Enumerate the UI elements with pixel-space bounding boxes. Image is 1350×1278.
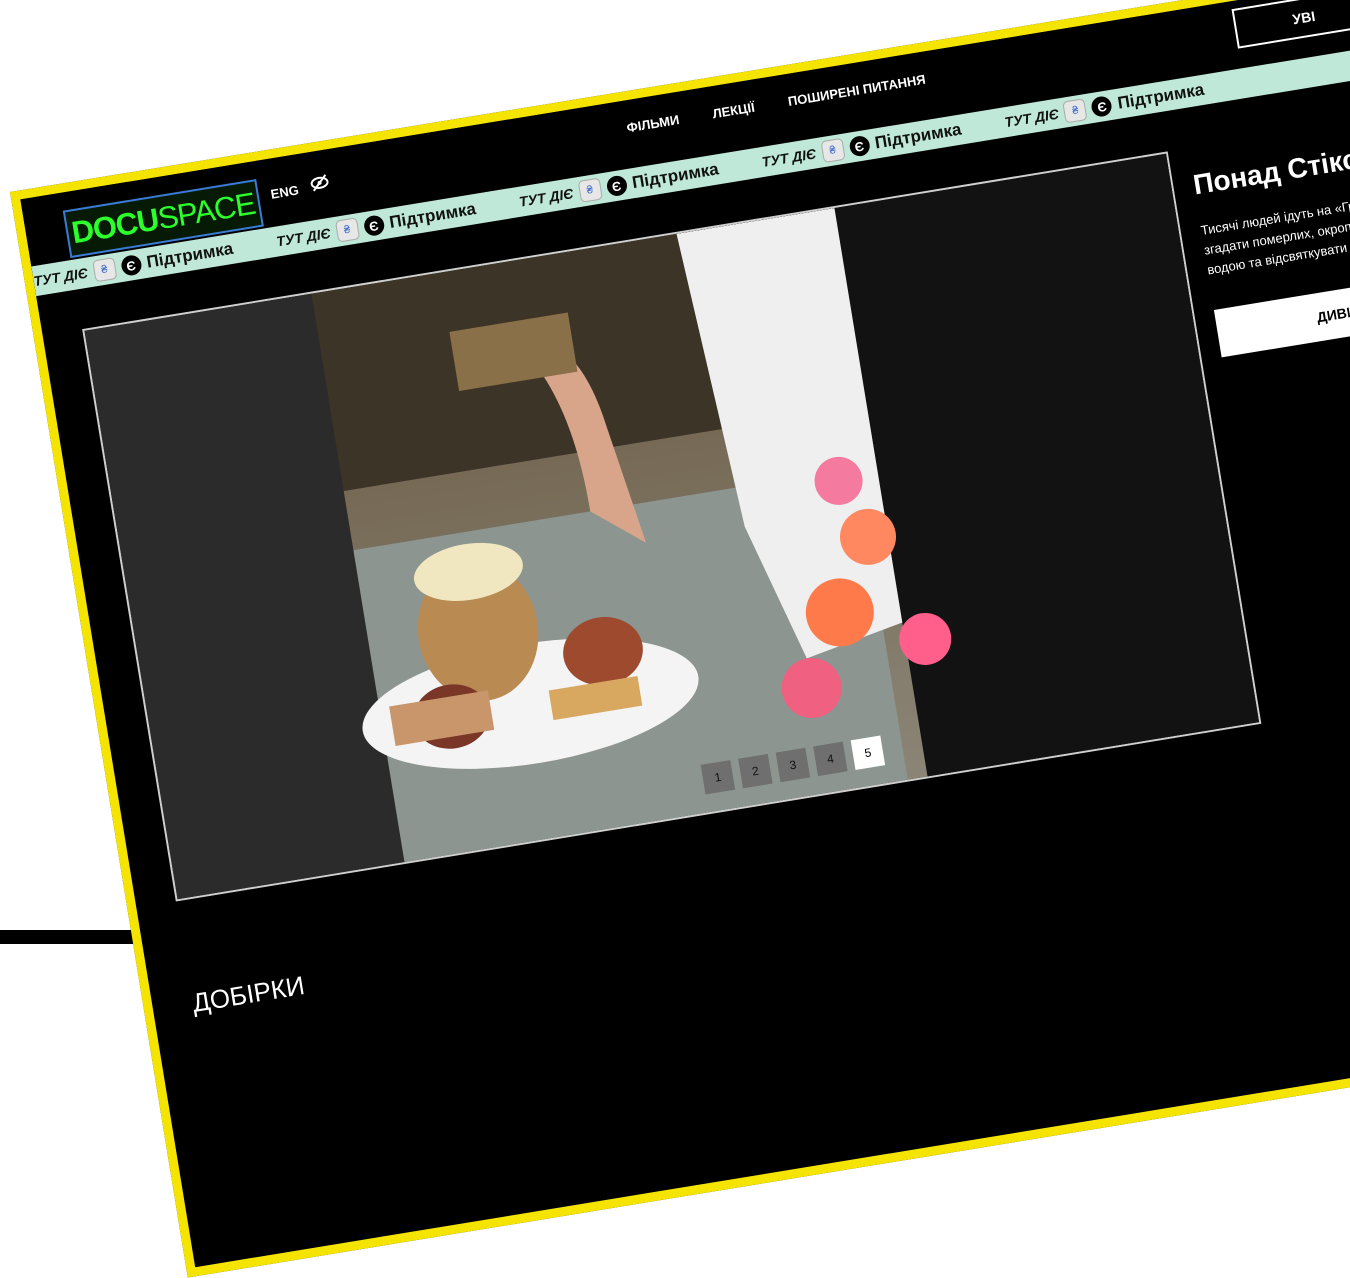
euro-icon: Є <box>362 214 386 238</box>
ticker-item: ТУТ ДІЄ ₴ Є Підтримка <box>760 119 963 170</box>
trident-icon: ₴ <box>577 177 603 203</box>
docuspace-homepage: DOCU SPACE ENG ФІЛЬМИ ЛЕКЦІЇ ПОШИРЕНІ ПИТ… <box>10 0 1350 1278</box>
featured-title: Понад Стіксом <box>1190 136 1350 201</box>
page-button-5[interactable]: 5 <box>850 735 886 770</box>
login-button[interactable]: УВІ <box>1231 0 1350 49</box>
euro-icon: Є <box>847 134 871 158</box>
logo-light-text: SPACE <box>155 185 258 237</box>
trident-icon: ₴ <box>91 257 117 283</box>
page-button-3[interactable]: 3 <box>775 747 811 783</box>
page-button-4[interactable]: 4 <box>813 741 848 777</box>
main-nav: ФІЛЬМИ ЛЕКЦІЇ ПОШИРЕНІ ПИТАННЯ <box>626 72 927 136</box>
accessibility-eye-icon[interactable] <box>308 173 330 192</box>
language-switch[interactable]: ENG <box>270 182 300 201</box>
ticker-item: ТУТ ДІЄ ₴ Є Підтримка <box>1003 79 1206 131</box>
trident-icon: ₴ <box>819 137 846 164</box>
nav-item-films[interactable]: ФІЛЬМИ <box>626 112 681 135</box>
nav-item-lectures[interactable]: ЛЕКЦІЇ <box>711 100 755 122</box>
page-button-2[interactable]: 2 <box>738 753 773 789</box>
ticker-item: ТУТ ДІЄ ₴ Є Підтримка <box>517 159 721 210</box>
watch-button[interactable]: ДИВИТИСЬ <box>1213 264 1350 358</box>
ticker-item: ТУТ ДІЄ ₴ Є Підтримка <box>275 199 478 250</box>
euro-icon: Є <box>119 253 143 277</box>
page-button-1[interactable]: 1 <box>700 760 736 795</box>
logo-bold-text: DOCU <box>69 201 161 251</box>
euro-icon: Є <box>605 174 628 198</box>
nav-item-faq[interactable]: ПОШИРЕНІ ПИТАННЯ <box>787 72 927 109</box>
collections-section-title: ДОБІРКИ <box>190 970 307 1018</box>
trident-icon: ₴ <box>1062 98 1088 124</box>
trident-icon: ₴ <box>334 217 360 243</box>
euro-icon: Є <box>1090 94 1114 118</box>
